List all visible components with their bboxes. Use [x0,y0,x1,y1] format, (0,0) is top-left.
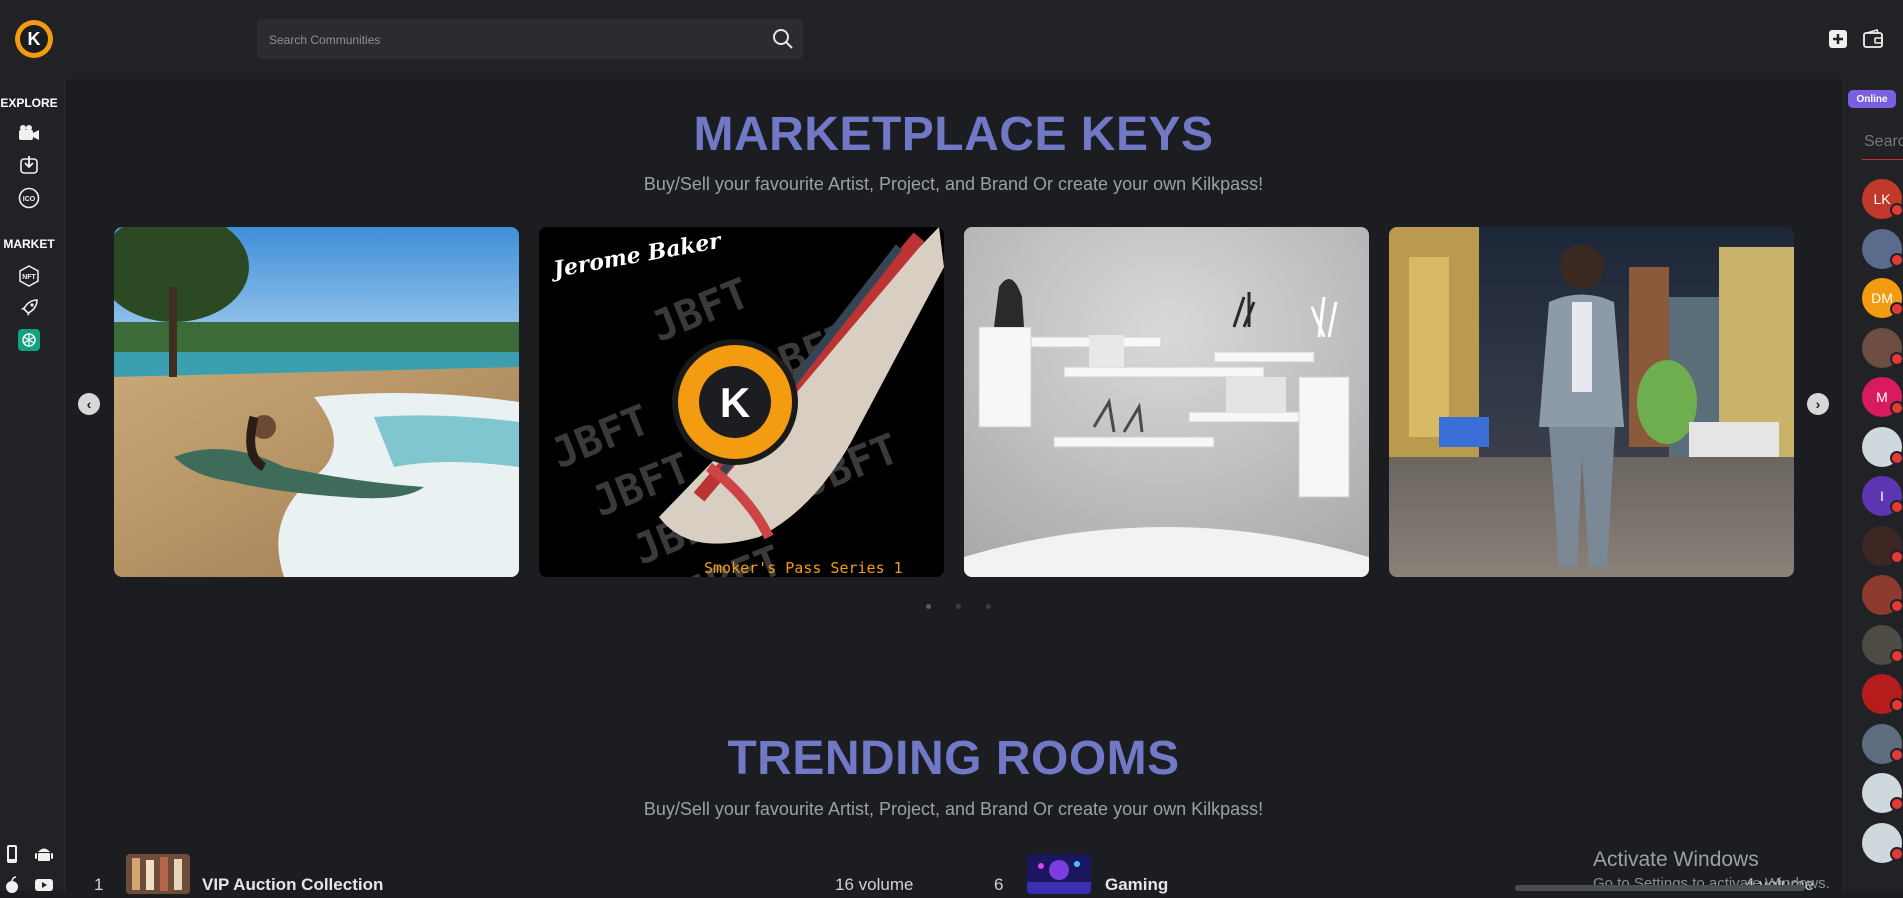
search-icon[interactable] [771,27,795,51]
apple-icon[interactable] [0,872,24,898]
user-avatar[interactable]: M [1862,377,1903,417]
shelf-image [964,227,1369,577]
status-indicator [1890,747,1903,762]
online-users-sidebar: Online LK DM M I [1843,79,1903,891]
brand-signature: Jerome Baker [548,228,725,284]
svg-text:NFT: NFT [22,274,36,281]
user-avatar[interactable]: I [1862,476,1903,516]
room-thumbnail [126,854,190,894]
user-avatar[interactable] [1862,822,1903,863]
user-initials: DM [1871,290,1893,306]
logo-letter: K [20,25,48,53]
status-indicator [1890,599,1903,613]
room-name[interactable]: VIP Auction Collection [202,875,383,895]
online-status-badge: Online [1848,90,1896,108]
left-sidebar: EXPLORE ICO MARKET NFT [0,79,65,893]
user-avatar[interactable] [1862,674,1903,714]
mobile-icon[interactable] [0,841,24,867]
carousel-dot[interactable] [956,604,961,609]
room-volume: 16 volume [835,875,914,894]
status-indicator [1890,401,1903,415]
status-indicator [1890,351,1903,366]
status-indicator [1890,549,1903,564]
marketplace-card-beach[interactable] [114,227,519,577]
user-initials: M [1876,389,1888,405]
room-rank: 6 [994,875,1004,894]
status-indicator [1890,797,1903,811]
svg-text:ICO: ICO [23,196,36,203]
search-bar [257,19,803,61]
room-thumbnail [1027,854,1091,894]
marketplace-card-jerome-baker[interactable]: JBFT JBFT JBFT JBFT JBFT JBFT JBFT JBFT … [539,227,944,577]
user-avatar[interactable] [1862,327,1903,368]
top-bar: K [0,0,1903,79]
user-avatar[interactable] [1862,426,1903,467]
carousel-dot[interactable] [986,604,991,609]
user-avatar[interactable] [1862,228,1903,269]
user-avatar[interactable] [1862,773,1903,813]
android-icon[interactable] [32,841,56,867]
carousel-next-button[interactable]: › [1807,393,1829,415]
marketplace-title: MARKETPLACE KEYS [693,108,1214,161]
carousel-prev-button[interactable]: ‹ [78,393,100,415]
add-icon[interactable] [1827,28,1849,50]
marketplace-card-shelf[interactable] [964,227,1369,577]
horizontal-scrollbar[interactable] [1515,885,1805,891]
user-initials: LK [1873,191,1891,207]
user-search [1862,125,1903,160]
trending-title: TRENDING ROOMS [727,732,1180,785]
wallet-icon[interactable] [1862,28,1884,50]
status-indicator [1890,648,1903,663]
nft-icon[interactable]: NFT [18,265,40,287]
status-indicator [1890,698,1903,712]
user-avatar[interactable]: DM [1862,278,1903,318]
jbft-artwork: JBFT JBFT JBFT JBFT JBFT JBFT JBFT JBFT … [544,227,944,577]
main-content: MARKETPLACE KEYS Buy/Sell your favourite… [65,79,1842,894]
status-indicator [1890,203,1903,217]
kilkpass-logo[interactable]: K [15,20,53,58]
carousel-dot[interactable] [926,604,931,609]
video-camera-icon[interactable] [18,122,40,144]
ico-icon[interactable]: ICO [18,187,40,209]
room-name[interactable]: Gaming [1105,875,1168,895]
status-indicator [1890,500,1903,514]
rocket-icon[interactable] [18,297,40,319]
status-indicator [1890,302,1903,316]
watermark-text: JBFT [644,268,756,351]
youtube-icon[interactable] [32,872,56,898]
user-avatar[interactable] [1862,624,1903,665]
status-indicator [1890,846,1903,861]
explore-label: EXPLORE [0,96,58,110]
user-avatar[interactable] [1862,525,1903,566]
trending-subtitle: Buy/Sell your favourite Artist, Project,… [643,799,1264,819]
status-indicator [1890,252,1903,267]
market-label: MARKET [3,237,55,251]
room-rank: 1 [94,875,104,894]
city-image [1389,227,1794,577]
user-search-input[interactable] [1862,125,1903,159]
status-indicator [1890,450,1903,465]
user-initials: I [1880,488,1884,504]
download-icon[interactable] [18,154,40,176]
os-activation-title: Activate Windows [1593,848,1759,871]
card-caption: Smoker's Pass Series 1 [704,559,903,577]
user-avatar[interactable]: LK [1862,179,1903,219]
search-input[interactable] [267,19,751,61]
beach-image [114,227,519,577]
marketplace-card-city[interactable] [1389,227,1794,577]
user-avatar[interactable] [1862,575,1903,615]
user-avatar[interactable] [1862,723,1903,764]
card-logo-letter: K [720,379,750,426]
marketplace-subtitle: Buy/Sell your favourite Artist, Project,… [643,174,1264,194]
openai-icon[interactable] [18,329,40,351]
